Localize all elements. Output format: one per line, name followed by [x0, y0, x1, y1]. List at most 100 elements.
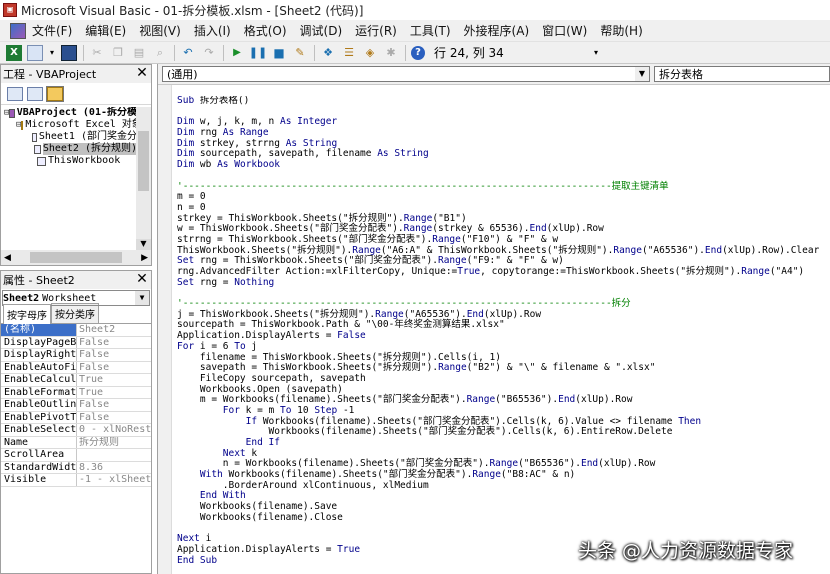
insert-userform-icon[interactable]	[27, 44, 43, 61]
toolbox-icon[interactable]: ✱	[383, 45, 399, 61]
property-value[interactable]: 拆分规则	[77, 437, 151, 449]
property-value[interactable]: False	[77, 362, 151, 374]
property-row[interactable]: EnableOutlininFalse	[1, 399, 151, 412]
project-vertical-scrollbar[interactable]: ▼	[136, 107, 151, 251]
property-row[interactable]: Name 拆分规则	[1, 436, 151, 449]
code-line[interactable]: FileCopy sourcepath, savepath	[177, 373, 829, 385]
title-bar: ▣ Microsoft Visual Basic - 01-拆分模板.xlsm …	[0, 0, 830, 20]
scroll-left-icon[interactable]: ◀	[4, 253, 11, 263]
property-value[interactable]: -1 - xlSheetV	[77, 474, 151, 486]
property-row[interactable]: ScrollArea	[1, 449, 151, 462]
tab-categorized[interactable]: 按分类序	[51, 303, 99, 323]
property-row[interactable]: EnableSelectio0 - xlNoRestr	[1, 424, 151, 437]
menu-debug[interactable]: 调试(D)	[300, 22, 343, 39]
code-line[interactable]: For i = 6 To j	[177, 341, 829, 353]
property-value[interactable]: False	[77, 399, 151, 411]
code-line[interactable]: Application.DisplayAlerts = False	[177, 330, 829, 342]
code-line[interactable]: m = 0	[177, 191, 829, 203]
redo-icon[interactable]: ↷	[201, 45, 217, 61]
code-margin[interactable]	[158, 85, 172, 574]
tab-alphabetic[interactable]: 按字母序	[3, 304, 51, 324]
insert-dropdown-icon[interactable]: ▾	[48, 45, 56, 61]
object-combo[interactable]: (通用) ▼	[162, 66, 650, 82]
menu-file[interactable]: 文件(F)	[32, 22, 72, 39]
code-line[interactable]	[177, 524, 829, 535]
code-line[interactable]: End If	[177, 437, 829, 449]
cursor-position: 行 24, 列 34	[434, 46, 504, 60]
property-row[interactable]: EnableFormatCoTrue	[1, 386, 151, 399]
project-tree: ⊟ VBAProject (01-拆分模 ⊟ Microsoft Excel 对象 Sh…	[1, 107, 137, 251]
view-code-icon[interactable]	[7, 86, 23, 101]
menu-insert[interactable]: 插入(I)	[194, 22, 231, 39]
toggle-folders-icon[interactable]	[46, 85, 64, 102]
code-editor[interactable]: Sub 拆分表格() Dim w, j, k, m, n As Integer Di…	[177, 96, 829, 574]
design-mode-icon[interactable]: ✎	[292, 45, 308, 61]
menu-tools[interactable]: 工具(T)	[410, 22, 451, 39]
properties-tabs: 按字母序 按分类序	[1, 303, 151, 324]
code-line[interactable]: Dim wb As Workbook	[177, 159, 829, 171]
vba-menu-icon[interactable]	[10, 22, 26, 39]
procedure-combo[interactable]: 拆分表格	[654, 66, 830, 82]
run-icon[interactable]: ▶	[229, 45, 245, 61]
property-value[interactable]: 0 - xlNoRestr	[77, 424, 151, 436]
menu-edit[interactable]: 编辑(E)	[85, 22, 126, 39]
paste-icon[interactable]: ▤	[131, 45, 147, 61]
tree-node[interactable]: Sheet1 (部门奖金分	[1, 131, 137, 143]
tree-node[interactable]: Sheet2 (拆分规则)	[1, 143, 137, 155]
object-browser-icon[interactable]: ◈	[362, 45, 378, 61]
property-value[interactable]	[77, 449, 151, 461]
menu-view[interactable]: 视图(V)	[139, 22, 181, 39]
property-value[interactable]: False	[77, 349, 151, 361]
project-explorer-icon[interactable]: ❖	[320, 45, 336, 61]
undo-icon[interactable]: ↶	[180, 45, 196, 61]
toolbar-overflow-icon[interactable]: ▾	[594, 48, 604, 57]
menu-window[interactable]: 窗口(W)	[542, 22, 587, 39]
tree-node[interactable]: ⊟ Microsoft Excel 对象	[1, 119, 137, 131]
code-line[interactable]: '---------------------------------------…	[177, 181, 829, 193]
property-value[interactable]: False	[77, 337, 151, 349]
menu-format[interactable]: 格式(O)	[244, 22, 287, 39]
code-line[interactable]: Dim w, j, k, m, n As Integer	[177, 117, 829, 128]
code-line[interactable]: Set rng = Nothing	[177, 277, 829, 289]
property-row[interactable]: DisplayRightToFalse	[1, 349, 151, 362]
chevron-down-icon[interactable]: ▼	[135, 291, 149, 305]
property-row[interactable]: DisplayPageBreFalse	[1, 336, 151, 349]
code-line[interactable]: Workbooks(filename).Close	[177, 512, 829, 524]
code-line[interactable]: .BorderAround xlContinuous, xlMedium	[177, 480, 829, 492]
menu-run[interactable]: 运行(R)	[355, 22, 397, 39]
code-line[interactable]: Sub 拆分表格()	[177, 96, 829, 107]
properties-window-icon[interactable]: ☰	[341, 45, 357, 61]
menu-help[interactable]: 帮助(H)	[600, 22, 642, 39]
tree-node[interactable]: ThisWorkbook	[1, 155, 137, 167]
copy-icon[interactable]: ❐	[110, 45, 126, 61]
property-value[interactable]: False	[77, 412, 151, 424]
code-combos: (通用) ▼ 拆分表格	[158, 64, 830, 85]
property-value[interactable]: 8.36	[77, 462, 151, 474]
help-icon[interactable]: ?	[411, 45, 425, 60]
close-icon[interactable]: ✕	[135, 66, 149, 81]
property-row[interactable]: (名称) Sheet2	[1, 324, 151, 337]
break-icon[interactable]: ❚❚	[249, 45, 267, 61]
cut-icon[interactable]: ✂	[89, 45, 105, 61]
view-object-icon[interactable]	[27, 86, 43, 101]
tree-node[interactable]: ⊟ VBAProject (01-拆分模	[1, 107, 137, 119]
property-row[interactable]: EnableAutoFiltFalse	[1, 361, 151, 374]
property-value[interactable]: True	[77, 374, 151, 386]
property-row[interactable]: StandardWidth 8.36	[1, 461, 151, 474]
find-icon[interactable]: ⌕	[152, 45, 168, 61]
view-excel-icon[interactable]: X	[6, 44, 22, 61]
chevron-down-icon[interactable]: ▼	[635, 67, 649, 81]
property-row[interactable]: EnablePivotTabFalse	[1, 411, 151, 424]
code-line[interactable]: n = 0	[177, 202, 829, 214]
reset-icon[interactable]: ■	[271, 45, 287, 61]
project-horizontal-scrollbar[interactable]: ◀ ▶	[1, 250, 151, 265]
property-value[interactable]: True	[77, 387, 151, 399]
property-row[interactable]: Visible -1 - xlSheetV	[1, 474, 151, 487]
save-icon[interactable]	[61, 44, 77, 61]
property-value[interactable]: Sheet2	[77, 324, 151, 336]
close-icon[interactable]: ✕	[135, 272, 149, 287]
menu-addins[interactable]: 外接程序(A)	[464, 22, 530, 39]
property-row[interactable]: EnableCalculatTrue	[1, 374, 151, 387]
code-line[interactable]: rng.AdvancedFilter Action:=xlFilterCopy,…	[177, 266, 829, 278]
scroll-right-icon[interactable]: ▶	[141, 253, 148, 263]
